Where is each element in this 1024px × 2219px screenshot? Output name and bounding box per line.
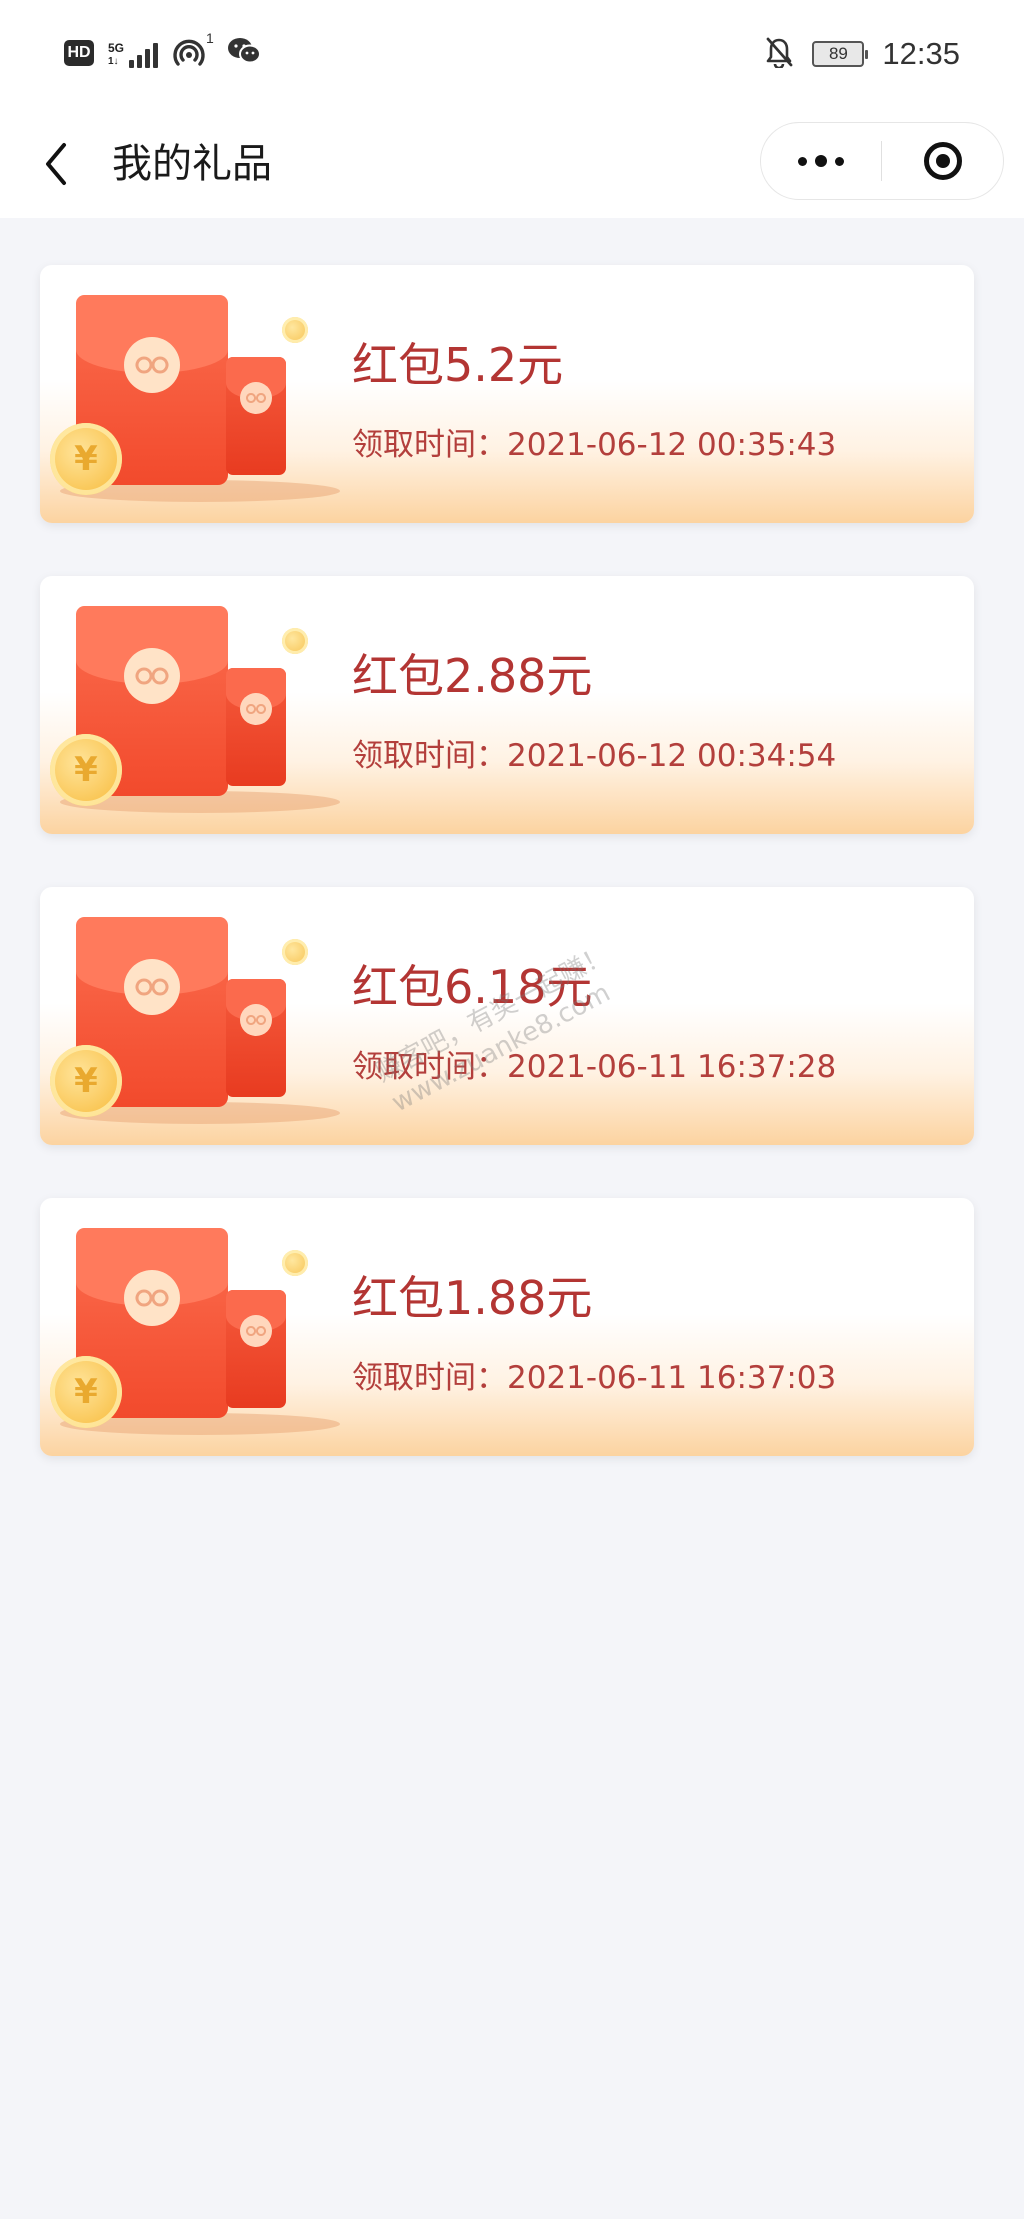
close-button[interactable] xyxy=(882,123,1003,199)
gift-title: 红包2.88元 xyxy=(352,649,593,703)
small-coin-icon xyxy=(282,628,308,654)
hd-badge: HD xyxy=(64,40,94,66)
small-envelope-icon xyxy=(226,357,286,475)
nav-bar: 我的礼品 xyxy=(0,110,1024,218)
target-ring-icon xyxy=(923,142,962,180)
small-envelope-icon xyxy=(226,1290,286,1408)
gift-received-time: 领取时间：2021-06-11 16:37:28 xyxy=(352,1049,837,1085)
status-right: 89 12:35 xyxy=(764,36,960,72)
gift-title: 红包5.2元 xyxy=(352,338,564,392)
mute-bell-icon xyxy=(764,36,794,72)
gift-title: 红包6.18元 xyxy=(352,960,593,1014)
back-button[interactable] xyxy=(36,134,76,194)
wechat-icon xyxy=(226,36,262,70)
status-left: HD 5G 1↓ 1 xyxy=(64,30,262,70)
yuan-coin-icon: ¥ xyxy=(50,1045,122,1117)
more-dots-icon xyxy=(798,156,807,166)
small-envelope-icon xyxy=(226,668,286,786)
mini-program-capsule xyxy=(760,122,1004,200)
battery-level: 89 xyxy=(828,44,848,63)
chevron-left-icon xyxy=(46,143,66,185)
page-title: 我的礼品 xyxy=(112,141,272,187)
status-bar: HD 5G 1↓ 1 89 12:35 xyxy=(0,0,1024,110)
gift-received-time: 领取时间：2021-06-12 00:34:54 xyxy=(352,738,837,774)
gift-received-time: 领取时间：2021-06-11 16:37:03 xyxy=(352,1360,837,1396)
yuan-coin-icon: ¥ xyxy=(50,1356,122,1428)
hotspot-count: 1 xyxy=(206,30,214,46)
yuan-coin-icon: ¥ xyxy=(50,734,122,806)
page: HD 5G 1↓ 1 89 12:35 我的礼品 ¥ 红包5.2元 领取时间：2… xyxy=(0,0,1024,2219)
small-envelope-icon xyxy=(226,979,286,1097)
clock: 12:35 xyxy=(882,36,960,71)
hotspot-icon: 1 xyxy=(172,30,214,68)
gift-card[interactable]: ¥ 红包5.2元 领取时间：2021-06-12 00:35:43 xyxy=(40,265,974,523)
more-button[interactable] xyxy=(761,123,881,199)
small-coin-icon xyxy=(282,939,308,965)
small-coin-icon xyxy=(282,317,308,343)
gift-card[interactable]: ¥ 红包2.88元 领取时间：2021-06-12 00:34:54 xyxy=(40,576,974,834)
gift-card[interactable]: ¥ 红包6.18元 领取时间：2021-06-11 16:37:28 xyxy=(40,887,974,1145)
gift-card[interactable]: ¥ 红包1.88元 领取时间：2021-06-11 16:37:03 xyxy=(40,1198,974,1456)
yuan-coin-icon: ¥ xyxy=(50,423,122,495)
gift-title: 红包1.88元 xyxy=(352,1271,593,1325)
signal-icon: 5G 1↓ xyxy=(108,38,159,68)
gift-received-time: 领取时间：2021-06-12 00:35:43 xyxy=(352,427,837,463)
small-coin-icon xyxy=(282,1250,308,1276)
network-type: 5G xyxy=(108,41,125,55)
battery-icon: 89 xyxy=(812,41,869,67)
